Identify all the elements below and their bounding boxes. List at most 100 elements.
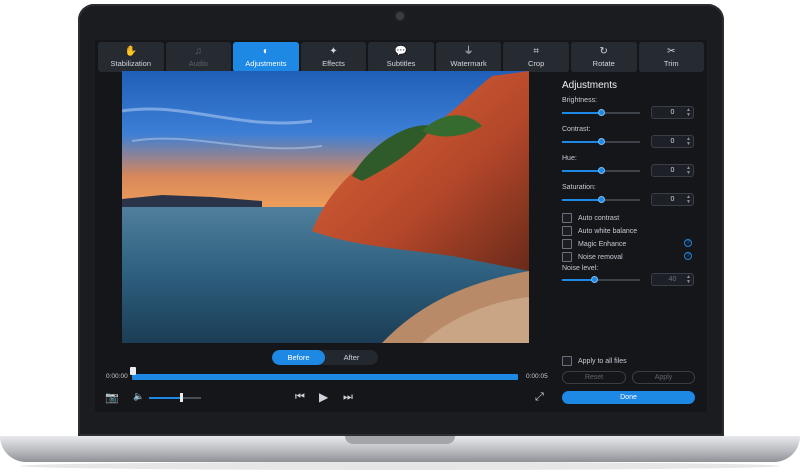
auto-white-balance-checkbox[interactable]: Auto white balance [562, 226, 637, 236]
checkbox-label: Noise removal [578, 253, 623, 261]
tab-effects[interactable]: ✦ Effects [300, 42, 367, 72]
brightness-slider-handle[interactable] [598, 109, 605, 116]
hue-value: 0 [670, 167, 675, 174]
brightness-value: 0 [670, 109, 675, 116]
tab-rotate[interactable]: ↻ Rotate [570, 42, 637, 72]
done-button[interactable]: Done [562, 391, 695, 404]
brightness-input[interactable]: 0 ▲ ▼ [651, 106, 694, 119]
camera-icon[interactable]: 📷 [105, 391, 119, 404]
checkbox-box[interactable] [562, 226, 572, 236]
timeline-track[interactable] [132, 374, 518, 380]
hue-input[interactable]: 0 ▲ ▼ [651, 164, 694, 177]
magic-enhance-checkbox[interactable]: Magic Enhance [562, 239, 626, 249]
tab-label: Crop [528, 58, 545, 68]
tab-audio[interactable]: ♫ Audio [165, 42, 232, 72]
volume-slider-handle[interactable] [180, 393, 183, 402]
spinner-arrows-icon[interactable]: ▲ ▼ [686, 166, 691, 176]
tab-trim[interactable]: ✂ Trim [638, 42, 705, 72]
tab-label: Adjustments [245, 58, 287, 68]
saturation-slider-fill [562, 199, 601, 201]
tab-watermark[interactable]: ⏚ Watermark [435, 42, 502, 72]
preview-image [122, 71, 529, 343]
before-button[interactable]: Before [272, 350, 325, 365]
music-note-icon: ♫ [194, 45, 203, 57]
noise-level-label: Noise level: [562, 265, 599, 272]
after-button[interactable]: After [325, 350, 378, 365]
tab-crop[interactable]: ⌗ Crop [503, 42, 569, 72]
panel-title: Adjustments [562, 80, 618, 91]
end-time: 0:00:05 [526, 373, 548, 380]
app-window: ✋ Stabilization ♫ Audio ◐ Adjustments ✦ … [95, 40, 707, 412]
tab-label: Audio [188, 58, 208, 68]
noise-removal-checkbox[interactable]: Noise removal [562, 252, 623, 262]
saturation-slider-handle[interactable] [598, 196, 605, 203]
next-frame-icon[interactable]: ⏭ [343, 391, 353, 404]
checkbox-box[interactable] [562, 239, 572, 249]
spinner-arrows-icon[interactable]: ▲ ▼ [686, 275, 691, 285]
checkbox-label: Apply to all files [578, 357, 627, 365]
volume-slider-fill [149, 397, 181, 399]
laptop-shadow [20, 462, 780, 470]
tab-label: Watermark [450, 58, 487, 68]
noise-level-input[interactable]: 40 ▲ ▼ [651, 273, 694, 286]
brightness-label: Brightness: [562, 97, 598, 104]
hue-label: Hue: [562, 155, 577, 162]
spinner-arrows-icon[interactable]: ▲ ▼ [686, 137, 691, 147]
contrast-value: 0 [670, 138, 675, 145]
saturation-label: Saturation: [562, 184, 596, 191]
magic-wand-icon: ✦ [329, 45, 338, 57]
stabilization-icon: ✋ [124, 45, 137, 57]
checkbox-label: Magic Enhance [578, 240, 627, 248]
contrast-input[interactable]: 0 ▲ ▼ [651, 135, 694, 148]
hue-slider-handle[interactable] [598, 167, 605, 174]
checkbox-label: Auto contrast [578, 214, 620, 222]
checkbox-box[interactable] [562, 252, 572, 262]
speaker-icon[interactable]: 🔈 [133, 391, 144, 402]
spinner-arrows-icon[interactable]: ▲ ▼ [686, 195, 691, 205]
apply-all-checkbox[interactable]: Apply to all files [562, 356, 627, 366]
checkbox-box[interactable] [562, 213, 572, 223]
noise-level-value: 40 [668, 276, 677, 283]
adjustments-panel: Adjustments Brightness: 0 ▲ ▼ Contrast: 0 ▲… [562, 76, 697, 412]
before-after-toggle: Before After [272, 350, 378, 365]
saturation-value: 0 [670, 196, 675, 203]
play-icon[interactable]: ▶ [319, 390, 328, 404]
webcam-icon [396, 12, 404, 20]
scissors-icon: ✂ [667, 45, 676, 57]
stamp-icon: ⏚ [463, 45, 474, 57]
checkbox-box[interactable] [562, 356, 572, 366]
checkbox-label: Auto white balance [578, 227, 638, 235]
spinner-arrows-icon[interactable]: ▲ ▼ [686, 108, 691, 118]
info-icon[interactable]: ? [684, 252, 692, 260]
contrast-slider-fill [562, 141, 601, 143]
crop-icon: ⌗ [533, 45, 539, 57]
brightness-slider-fill [562, 112, 601, 114]
tab-label: Effects [322, 58, 345, 68]
contrast-slider-handle[interactable] [598, 138, 605, 145]
timeline-handle[interactable] [130, 367, 136, 375]
fullscreen-icon[interactable]: ⤢ [535, 391, 544, 404]
speech-bubble-icon: 💬 [394, 45, 408, 57]
contrast-label: Contrast: [562, 126, 591, 133]
saturation-input[interactable]: 0 ▲ ▼ [651, 193, 694, 206]
noise-level-slider-fill [562, 279, 593, 281]
video-preview[interactable] [122, 71, 529, 343]
apply-button[interactable]: Apply [632, 371, 695, 384]
tab-subtitles[interactable]: 💬 Subtitles [368, 42, 434, 72]
rotate-icon: ↻ [599, 45, 608, 57]
tab-label: Stabilization [110, 58, 151, 68]
tab-label: Rotate [592, 58, 615, 68]
start-time: 0:00:00 [106, 373, 128, 380]
info-icon[interactable]: ? [684, 239, 692, 247]
tab-adjustments[interactable]: ◐ Adjustments [233, 42, 299, 72]
tool-tabs: ✋ Stabilization ♫ Audio ◐ Adjustments ✦ … [98, 42, 705, 72]
previous-frame-icon[interactable]: ⏮ [295, 391, 305, 404]
auto-contrast-checkbox[interactable]: Auto contrast [562, 213, 619, 223]
tab-stabilization[interactable]: ✋ Stabilization [98, 42, 164, 72]
aperture-icon: ◐ [262, 45, 269, 57]
reset-button[interactable]: Reset [562, 371, 626, 384]
laptop-notch [345, 436, 455, 444]
hue-slider-fill [562, 170, 601, 172]
tab-label: Trim [663, 58, 679, 68]
noise-level-slider-handle[interactable] [591, 276, 598, 283]
